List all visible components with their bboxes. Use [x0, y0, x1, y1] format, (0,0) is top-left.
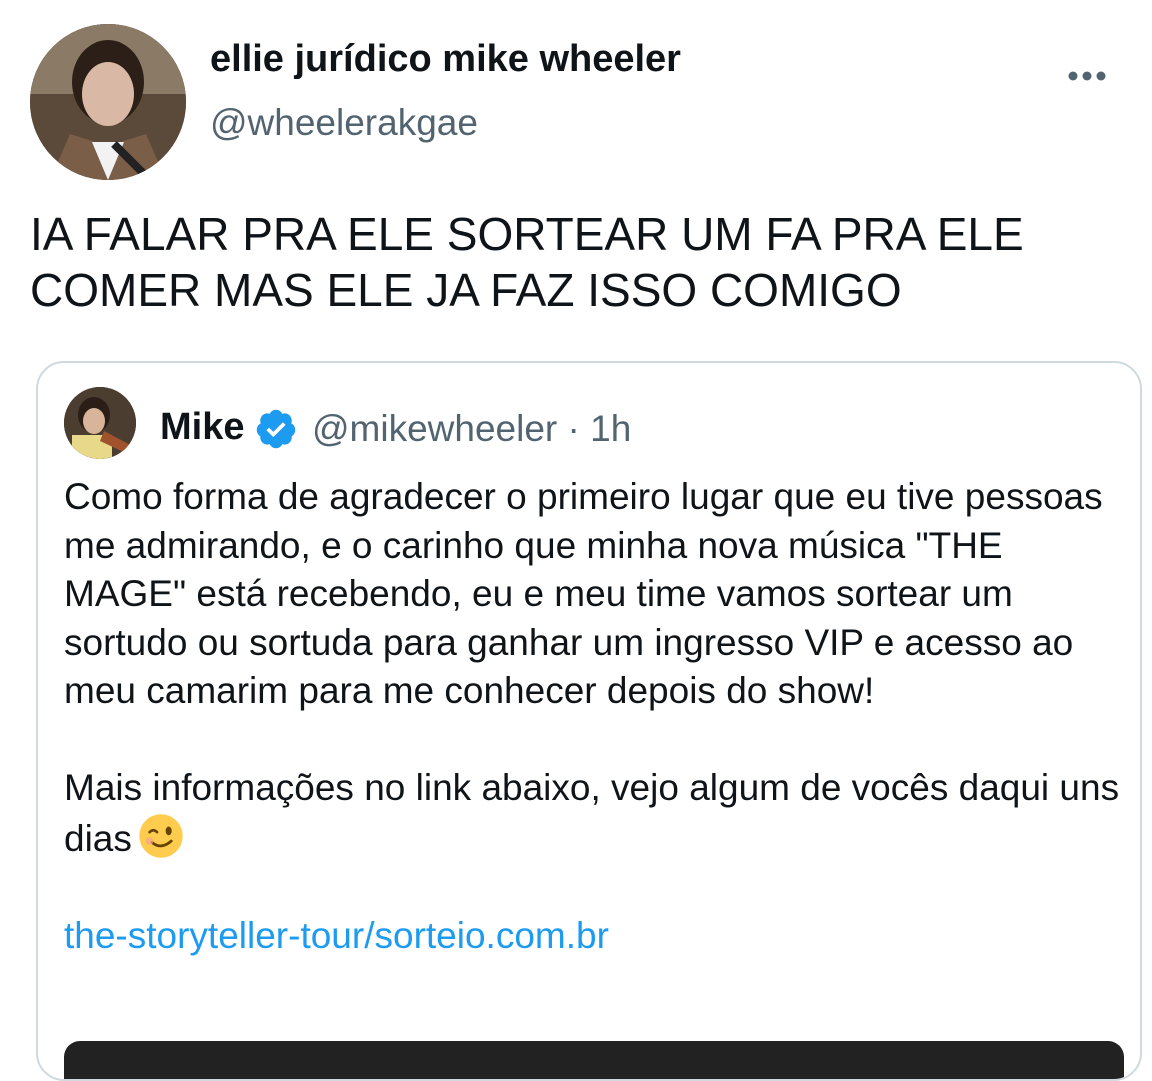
quoted-tweet-text: Como forma de agradecer o primeiro lugar…: [64, 473, 1124, 960]
verified-badge-icon: [256, 409, 296, 449]
quoted-link[interactable]: the-storyteller-tour/sorteio.com.br: [64, 915, 609, 956]
quoted-paragraph-2: Mais informações no link abaixo, vejo al…: [64, 764, 1124, 863]
winking-face-emoji: [139, 813, 183, 858]
quoted-paragraph-2-text: Mais informações no link abaixo, vejo al…: [64, 767, 1120, 859]
tweet-text: IA FALAR PRA ELE SORTEAR UM FA PRA ELE C…: [30, 208, 1024, 316]
quoted-user-avatar[interactable]: [64, 387, 136, 459]
quoted-paragraph-1: Como forma de agradecer o primeiro lugar…: [64, 476, 1103, 711]
user-handle[interactable]: @wheelerakgae: [210, 102, 478, 144]
display-name[interactable]: ellie jurídico mike wheeler: [210, 38, 681, 81]
quoted-display-name[interactable]: Mike: [160, 406, 244, 449]
profile-avatar[interactable]: [30, 24, 186, 180]
quoted-media-preview[interactable]: [64, 1041, 1124, 1079]
more-options-icon[interactable]: [1062, 58, 1112, 94]
quoted-handle-time[interactable]: @mikewheeler · 1h: [312, 408, 631, 450]
quoted-tweet-card[interactable]: Mike @mikewheeler · 1h Como forma de agr…: [36, 361, 1142, 1081]
